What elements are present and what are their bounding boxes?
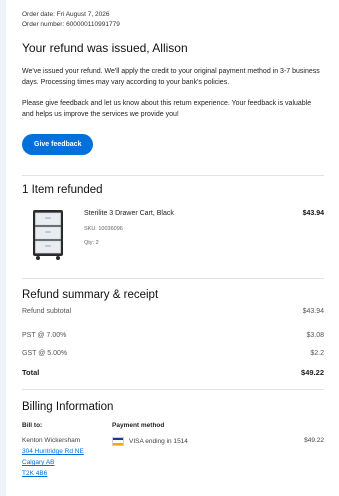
billing-section-title: Billing Information xyxy=(22,401,114,413)
visa-card-icon xyxy=(112,437,124,446)
order-date: Order date: Fri August 7, 2026 xyxy=(22,11,110,18)
address-line-1-link[interactable]: 304 Huntridge Rd NE xyxy=(22,448,84,455)
total-value: $49.22 xyxy=(301,368,324,377)
give-feedback-button[interactable]: Give feedback xyxy=(22,134,94,155)
order-meta: Order date: Fri August 7, 2026 Order num… xyxy=(22,0,324,30)
postal-code-link[interactable]: T2K 4B6 xyxy=(22,470,47,477)
summary-row-gst: GST @ 5.00% $2.2 xyxy=(22,349,324,359)
item-price: $43.94 xyxy=(302,210,324,217)
summary-label: GST @ 5.00% xyxy=(22,350,68,357)
summary-label: Refund subtotal xyxy=(22,308,72,315)
order-number: Order number: 600000110991779 xyxy=(22,21,120,28)
total-label: Total xyxy=(22,368,40,377)
item-name: Sterilite 3 Drawer Cart, Black xyxy=(84,210,174,217)
billing-info: Bill to: Payment method Kenton Wickersha… xyxy=(22,422,324,492)
feedback-message: Please give feedback and let us know abo… xyxy=(22,100,312,118)
card-text: VISA ending in 1514 xyxy=(129,438,188,445)
summary-value: $43.94 xyxy=(302,308,324,315)
card-amount: $49.22 xyxy=(304,437,324,444)
payment-method-label: Payment method xyxy=(112,422,165,429)
summary-row-pst: PST @ 7.00% $3.08 xyxy=(22,331,324,341)
left-accent-rule xyxy=(0,0,6,496)
summary-row-subtotal: Refund subtotal $43.94 xyxy=(22,307,324,317)
item-qty: Qty: 2 xyxy=(84,240,99,246)
drawer-cart-thumbnail xyxy=(30,208,66,260)
list-item: Sterilite 3 Drawer Cart, Black $43.94 SK… xyxy=(22,208,324,268)
summary-row-total: Total $49.22 xyxy=(22,368,324,378)
summary-label: PST @ 7.00% xyxy=(22,332,67,339)
refund-message: We've issued your refund. We'll apply th… xyxy=(22,68,320,86)
refund-email: Order date: Fri August 7, 2026 Order num… xyxy=(22,0,324,492)
summary-value: $2.2 xyxy=(310,350,324,357)
items-section-title: 1 Item refunded xyxy=(22,184,103,196)
bill-to-label: Bill to: xyxy=(22,422,43,429)
bill-to-name: Kenton Wickersham xyxy=(22,437,81,444)
summary-section-title: Refund summary & receipt xyxy=(22,289,159,301)
payment-card: VISA ending in 1514 xyxy=(112,437,188,446)
page-title: Your refund was issued, Allison xyxy=(22,41,188,55)
item-sku: SKU: 10036096 xyxy=(84,226,123,232)
summary-value: $3.08 xyxy=(306,332,324,339)
address-line-2-link[interactable]: Calgary AB xyxy=(22,459,55,466)
